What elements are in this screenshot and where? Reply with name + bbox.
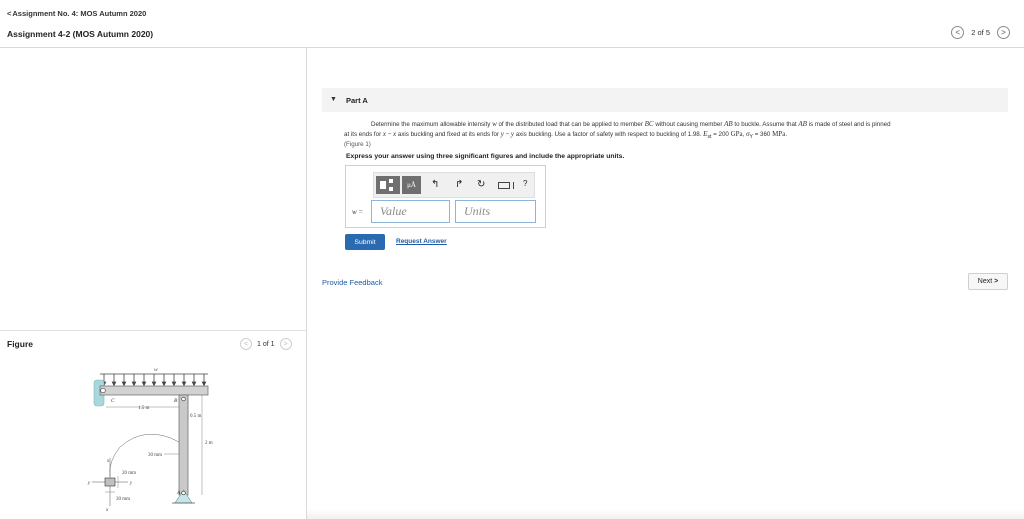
part-a-label: Part A xyxy=(346,96,368,105)
unit-gpa: GPa xyxy=(730,129,743,138)
beam-bc xyxy=(99,385,209,396)
reset-icon[interactable]: ↻ xyxy=(477,179,485,190)
chevron-left-icon: < xyxy=(955,28,961,37)
next-item-button[interactable]: > xyxy=(997,26,1010,39)
units-symbol-button[interactable]: μÅ xyxy=(402,176,421,194)
figure-label: Figure xyxy=(7,339,33,349)
keyboard-icon[interactable] xyxy=(498,182,514,189)
pager-text: 2 of 5 xyxy=(971,28,990,37)
back-link-label: Assignment No. 4: MOS Autumn 2020 xyxy=(12,9,147,18)
caret-down-icon[interactable]: ▼ xyxy=(330,96,337,103)
problem-text: − xyxy=(503,130,511,138)
answer-instructions: Express your answer using three signific… xyxy=(346,153,625,160)
figure-pager: < 1 of 1 > xyxy=(240,338,292,350)
figure-axis-x: x xyxy=(106,459,110,464)
structure-figure: w C B 1.5 m 0.5 m 2 m A 30 mm x x y y 20… xyxy=(87,367,213,512)
section-leader xyxy=(109,433,180,477)
column-divider xyxy=(306,48,307,519)
problem-text: = 360 xyxy=(753,130,773,138)
figure-prev-button[interactable]: < xyxy=(240,338,252,350)
problem-line-2: at its ends for x − x axis buckling and … xyxy=(344,130,1012,142)
help-icon[interactable]: ? xyxy=(523,179,527,188)
figure-dim-05: 0.5 m xyxy=(190,414,202,419)
figure-label-b: B xyxy=(174,398,178,404)
chevron-right-icon: > xyxy=(283,340,288,348)
figure-axis-y2: y xyxy=(129,481,133,486)
problem-text: . xyxy=(785,130,788,138)
var-bc: BC xyxy=(644,120,654,128)
prev-item-button[interactable]: < xyxy=(951,26,965,39)
problem-text: at its ends for xyxy=(344,130,383,138)
bottom-shadow xyxy=(307,509,1024,519)
figure-axis-x2: x xyxy=(105,508,109,512)
page-title: Assignment 4-2 (MOS Autumn 2020) xyxy=(7,29,154,39)
var-ab: AB xyxy=(798,120,807,128)
problem-text: axis buckling and fixed at its ends for xyxy=(396,130,501,138)
provide-feedback-link[interactable]: Provide Feedback xyxy=(322,278,382,287)
problem-text: axis buckling. Use a factor of safety wi… xyxy=(514,130,704,138)
problem-text: Determine the maximum allowable intensit… xyxy=(371,121,493,128)
problem-text: to buckle. Assume that xyxy=(732,121,799,128)
figure-pager-text: 1 of 1 xyxy=(257,340,275,348)
problem-text: is made of steel and is pinned xyxy=(806,121,891,128)
back-link[interactable]: <Assignment No. 4: MOS Autumn 2020 xyxy=(7,9,146,18)
figure-label-c: C xyxy=(111,398,115,404)
pin-c xyxy=(100,387,106,394)
request-answer-link[interactable]: Request Answer xyxy=(396,238,447,245)
next-button[interactable]: Next > xyxy=(968,273,1008,290)
figure-next-button[interactable]: > xyxy=(279,338,292,350)
problem-statement: Determine the maximum allowable intensit… xyxy=(344,120,1012,150)
figure-dim-2: 2 m xyxy=(205,441,213,446)
chevron-right-icon: > xyxy=(994,278,999,285)
figure-label-w: w xyxy=(154,367,158,373)
figure-dim-15: 1.5 m xyxy=(138,406,150,411)
column-ab xyxy=(178,394,189,496)
figure-dim-30b: 30 mm xyxy=(116,497,130,502)
submit-button[interactable]: Submit xyxy=(345,234,385,250)
value-input[interactable] xyxy=(371,200,450,223)
figure-label-a: A xyxy=(176,490,181,496)
pin-b xyxy=(181,396,186,402)
unit-mpa: MPa xyxy=(772,129,786,138)
answer-variable-label: w = xyxy=(352,208,364,216)
load-arrows xyxy=(101,374,207,387)
chevron-right-icon: > xyxy=(1001,28,1006,37)
figure-dim-20: 20 mm xyxy=(122,471,136,476)
part-a-header[interactable] xyxy=(322,88,1008,112)
figure-dim-30a: 30 mm xyxy=(148,453,162,458)
units-input[interactable] xyxy=(455,200,536,223)
problem-line-1: Determine the maximum allowable intensit… xyxy=(344,120,1012,130)
problem-text: of the distributed load that can be appl… xyxy=(496,121,645,128)
templates-icon[interactable] xyxy=(376,176,400,194)
figure-axis-y: y xyxy=(87,481,91,486)
next-button-label: Next xyxy=(977,278,993,285)
figure-reference-link[interactable]: (Figure 1) xyxy=(344,141,371,148)
assignment-pager: < 2 of 5 > xyxy=(951,26,1010,39)
figure-divider xyxy=(0,330,306,331)
pin-a xyxy=(181,490,186,496)
cross-section xyxy=(104,477,116,487)
chevron-left-icon: < xyxy=(7,9,12,18)
problem-text: − xyxy=(385,130,394,138)
problem-text: = 200 xyxy=(711,130,731,138)
undo-icon[interactable]: ↰ xyxy=(431,179,439,190)
redo-icon[interactable]: ↱ xyxy=(455,179,463,190)
top-bar: <Assignment No. 4: MOS Autumn 2020 Assig… xyxy=(0,0,1024,48)
figure-reference[interactable]: (Figure 1) xyxy=(344,141,1012,150)
var-ab: AB xyxy=(724,120,733,128)
chevron-left-icon: < xyxy=(243,340,249,348)
problem-text: without causing member xyxy=(653,121,725,128)
